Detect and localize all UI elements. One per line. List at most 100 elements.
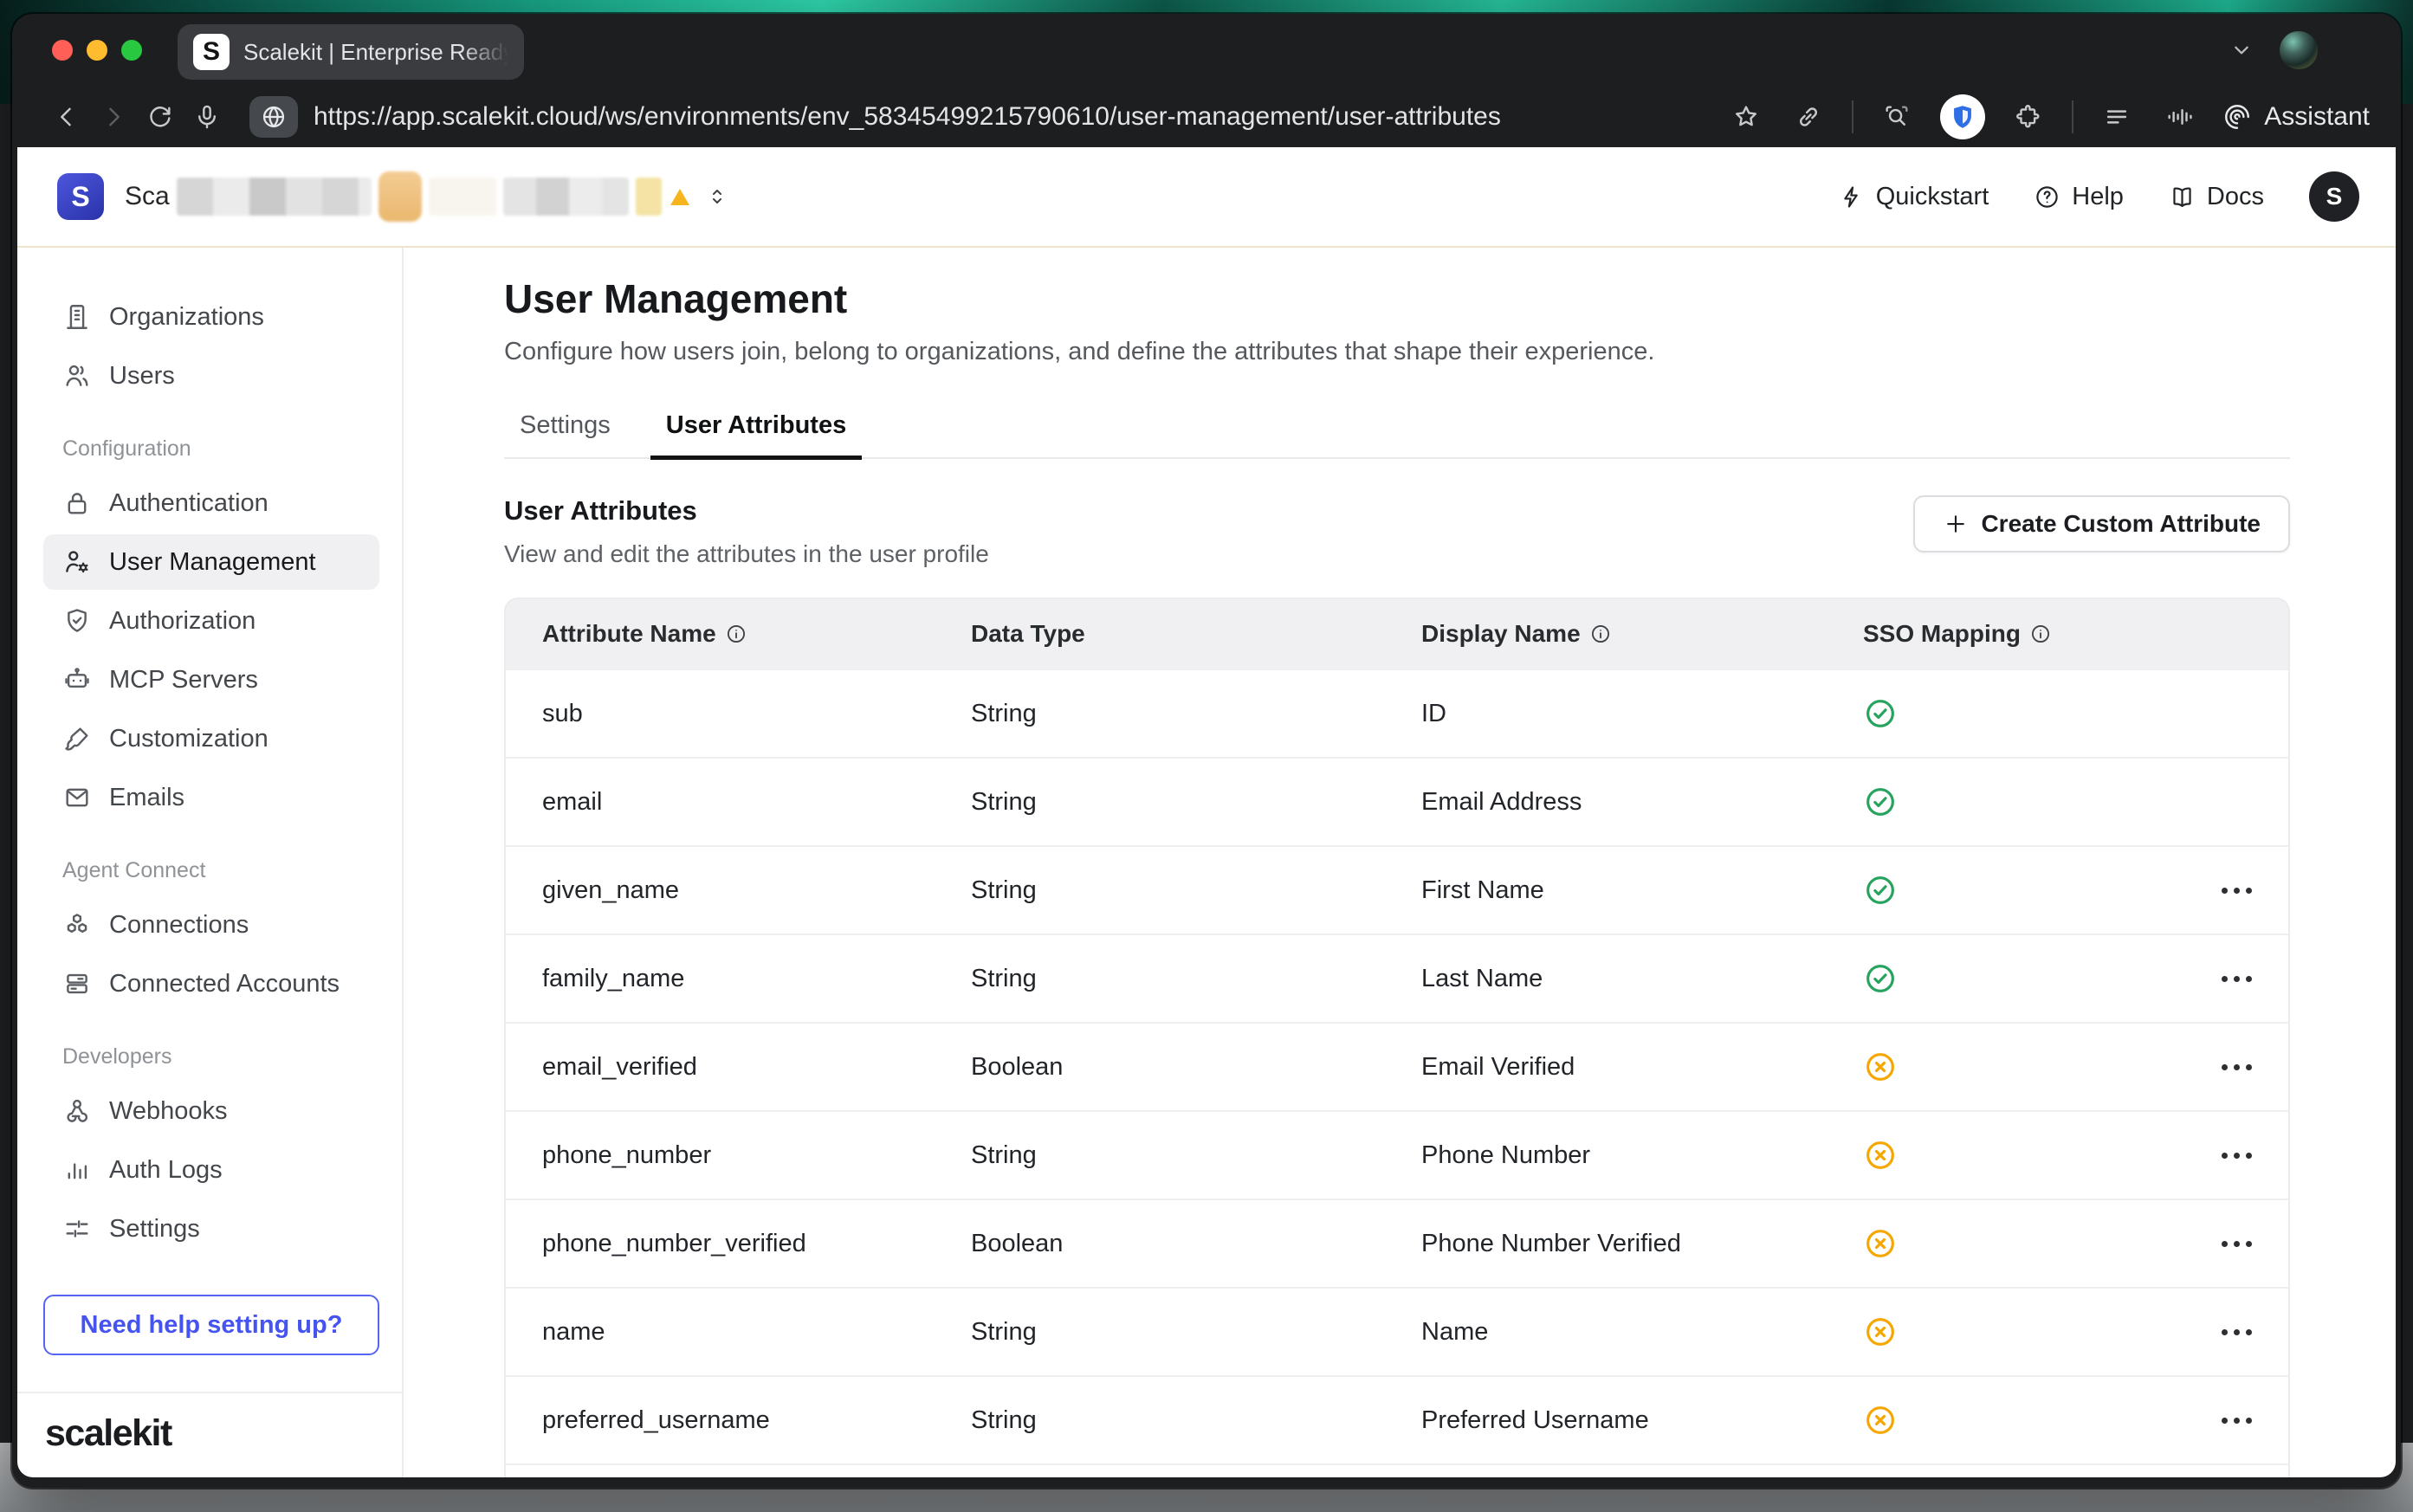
users-icon — [62, 361, 92, 391]
help-button[interactable]: Help — [2034, 183, 2124, 211]
need-help-button[interactable]: Need help setting up? — [43, 1295, 379, 1355]
column-header-sso-mapping: SSO Mapping — [1863, 620, 2149, 648]
column-header-data-type: Data Type — [971, 620, 1421, 648]
info-icon[interactable] — [2029, 623, 2052, 645]
zoom-window-button[interactable] — [121, 40, 142, 61]
cell-attribute-name: name — [506, 1318, 971, 1347]
forward-button[interactable] — [90, 94, 137, 140]
sidebar-item-user-management[interactable]: User Management — [43, 534, 379, 590]
reload-button[interactable] — [137, 94, 184, 140]
url-text: https://app.scalekit.cloud/ws/environmen… — [314, 102, 1501, 132]
reader-list-icon[interactable] — [2098, 94, 2136, 140]
row-menu-button[interactable] — [2214, 1048, 2259, 1086]
row-menu-button[interactable] — [2214, 1136, 2259, 1174]
cell-data-type: String — [971, 1318, 1421, 1347]
cell-display-name: Email Verified — [1421, 1053, 1863, 1082]
cubes-icon — [62, 910, 92, 940]
sidebar-section-agent-connect: Agent Connect — [62, 858, 379, 883]
cell-display-name: First Name — [1421, 876, 1863, 905]
lightning-icon — [1838, 184, 1865, 210]
create-custom-attribute-button[interactable]: Create Custom Attribute — [1913, 495, 2290, 552]
robot-icon — [62, 665, 92, 695]
table-row: family_name String Last Name — [506, 934, 2288, 1022]
sso-mapped-check-icon — [1863, 785, 1898, 819]
sidebar-item-emails[interactable]: Emails — [43, 770, 379, 825]
sidebar-item-auth-logs[interactable]: Auth Logs — [43, 1142, 379, 1198]
minimize-window-button[interactable] — [87, 40, 107, 61]
address-bar[interactable]: https://app.scalekit.cloud/ws/environmen… — [249, 96, 1708, 138]
window-controls — [52, 40, 142, 61]
row-menu-button[interactable] — [2214, 871, 2259, 909]
sidebar-item-users[interactable]: Users — [43, 348, 379, 404]
site-globe-icon — [249, 96, 298, 138]
cell-sso-mapping — [1863, 1315, 2149, 1349]
microphone-icon[interactable] — [184, 94, 230, 140]
sidebar-item-mcp-servers[interactable]: MCP Servers — [43, 652, 379, 708]
scalekit-wordmark: scalekit — [45, 1412, 171, 1454]
cell-data-type: String — [971, 1406, 1421, 1435]
cell-data-type: Boolean — [971, 1053, 1421, 1082]
table-row: phone_number_verified Boolean Phone Numb… — [506, 1199, 2288, 1287]
extensions-puzzle-icon[interactable] — [2009, 94, 2047, 140]
cell-sso-mapping — [1863, 1226, 2149, 1261]
sso-unmapped-x-icon — [1863, 1050, 1898, 1084]
sidebar-item-connections[interactable]: Connections — [43, 897, 379, 953]
tab-user-attributes[interactable]: User Attributes — [650, 411, 862, 457]
bitwarden-shield-icon[interactable] — [1940, 94, 1985, 139]
sidebar-item-authorization[interactable]: Authorization — [43, 593, 379, 649]
cell-data-type: String — [971, 965, 1421, 993]
org-name-prefix: Sca — [125, 182, 170, 211]
row-menu-button[interactable] — [2214, 1313, 2259, 1351]
row-menu-button[interactable] — [2214, 960, 2259, 998]
browser-toolbar: https://app.scalekit.cloud/ws/environmen… — [12, 87, 2401, 147]
info-icon[interactable] — [725, 623, 747, 645]
environment-switcher[interactable]: Sca — [125, 171, 729, 222]
cell-data-type: String — [971, 788, 1421, 817]
cell-row-menu — [2149, 1313, 2288, 1351]
sidebar-item-customization[interactable]: Customization — [43, 711, 379, 766]
toolbar-divider — [2072, 100, 2073, 133]
user-avatar[interactable]: S — [2309, 171, 2359, 222]
row-menu-button[interactable] — [2214, 1401, 2259, 1439]
cell-attribute-name: preferred_username — [506, 1406, 971, 1435]
info-icon[interactable] — [1589, 623, 1612, 645]
chevron-down-icon[interactable] — [2228, 36, 2255, 64]
tab-favicon: S — [193, 34, 230, 70]
bookmark-star-icon[interactable] — [1727, 94, 1765, 140]
assistant-button[interactable]: Assistant — [2222, 102, 2370, 132]
redacted-env-name — [429, 178, 496, 216]
profile-sphere-avatar[interactable] — [2280, 31, 2318, 69]
sidebar-item-settings[interactable]: Settings — [43, 1201, 379, 1257]
page-subtitle: Configure how users join, belong to orga… — [504, 338, 2290, 366]
sidebar-item-connected-accounts[interactable]: Connected Accounts — [43, 956, 379, 1011]
table-header-row: Attribute Name Data Type Display Name — [506, 599, 2288, 669]
redacted-org-name — [177, 178, 372, 216]
copy-link-icon[interactable] — [1789, 94, 1828, 140]
cell-data-type: String — [971, 700, 1421, 728]
back-button[interactable] — [43, 94, 90, 140]
stack-icon — [62, 969, 92, 998]
browser-tab[interactable]: S Scalekit | Enterprise Ready A — [178, 24, 524, 80]
voice-waveform-icon[interactable] — [2160, 94, 2198, 140]
table-row: email String Email Address — [506, 757, 2288, 845]
quickstart-button[interactable]: Quickstart — [1838, 183, 1989, 211]
shield-check-icon — [62, 606, 92, 636]
search-in-page-icon[interactable] — [1878, 94, 1916, 140]
cell-attribute-name: given_name — [506, 876, 971, 905]
cell-data-type: Boolean — [971, 1230, 1421, 1258]
tab-settings[interactable]: Settings — [504, 411, 626, 457]
sso-unmapped-x-icon — [1863, 1138, 1898, 1173]
docs-button[interactable]: Docs — [2169, 183, 2264, 211]
sso-unmapped-x-icon — [1863, 1226, 1898, 1261]
sidebar-item-webhooks[interactable]: Webhooks — [43, 1083, 379, 1139]
sidebar-item-authentication[interactable]: Authentication — [43, 475, 379, 531]
cell-sso-mapping — [1863, 873, 2149, 908]
sso-mapped-check-icon — [1863, 961, 1898, 996]
close-window-button[interactable] — [52, 40, 73, 61]
column-header-display-name: Display Name — [1421, 620, 1863, 648]
row-menu-button[interactable] — [2214, 1224, 2259, 1263]
sidebar-item-organizations[interactable]: Organizations — [43, 289, 379, 345]
plus-icon — [1943, 511, 1969, 537]
main-content: User Management Configure how users join… — [404, 248, 2396, 1477]
cell-attribute-name: phone_number — [506, 1141, 971, 1170]
